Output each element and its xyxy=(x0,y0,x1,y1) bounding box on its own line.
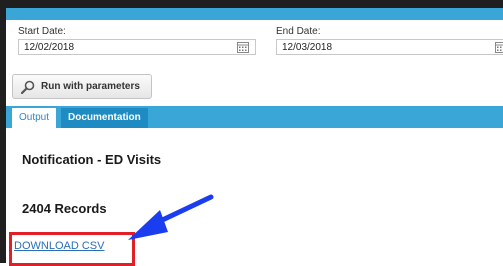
annotation-arrow-icon xyxy=(0,0,503,263)
